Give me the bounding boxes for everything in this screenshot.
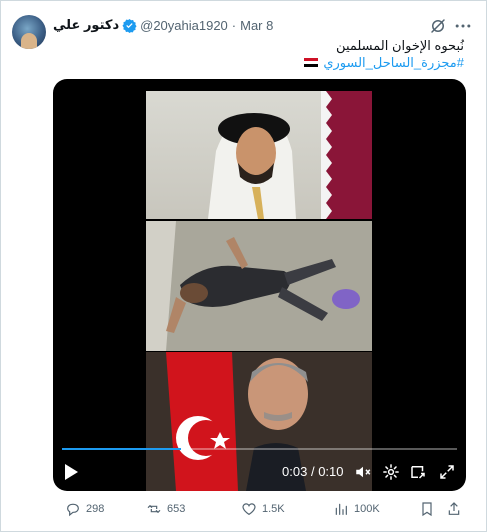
share-button[interactable] <box>446 499 462 519</box>
avatar[interactable] <box>12 15 46 49</box>
tweet-text: نُبحوه الإخوان المسلمين #مجزرة_الساحل_ال… <box>304 37 464 71</box>
mute-icon[interactable] <box>354 463 372 481</box>
repost-count: 653 <box>167 503 186 515</box>
settings-gear-icon[interactable] <box>382 463 400 481</box>
video-player[interactable]: 0:03 / 0:10 <box>53 79 466 491</box>
tweet-actions: 298 653 1.5K 100K <box>53 499 468 519</box>
picture-in-picture-icon[interactable] <box>409 463 427 481</box>
tweet-header: دكتور علي @20yahia1920 · Mar 8 <box>53 15 273 35</box>
reply-button[interactable]: 298 <box>65 499 104 519</box>
verified-badge-icon <box>122 18 137 33</box>
views-count: 100K <box>354 503 380 515</box>
hashtag-link[interactable]: #مجزرة_الساحل_السوري <box>323 54 464 71</box>
repost-button[interactable]: 653 <box>146 499 185 519</box>
syria-flag-icon <box>304 57 319 68</box>
reply-count: 298 <box>86 503 105 515</box>
more-options-icon[interactable] <box>453 16 473 36</box>
video-timecode: 0:03 / 0:10 <box>282 464 344 479</box>
like-count: 1.5K <box>262 503 285 515</box>
video-time-total: 0:10 <box>318 464 344 479</box>
video-time-current: 0:03 <box>282 464 308 479</box>
author-name[interactable]: دكتور علي <box>53 17 119 33</box>
heart-icon <box>242 503 256 516</box>
tweet-text-line: نُبحوه الإخوان المسلمين <box>336 38 464 53</box>
video-frame-top <box>146 91 372 219</box>
author-handle[interactable]: @20yahia1920 <box>140 18 228 33</box>
video-progress-bar[interactable] <box>62 448 457 450</box>
video-frame-middle <box>146 221 372 351</box>
like-button[interactable]: 1.5K <box>241 499 285 519</box>
reply-icon <box>67 503 79 517</box>
header-separator: · <box>231 17 237 33</box>
video-time-separator: / <box>310 464 315 479</box>
views-button[interactable]: 100K <box>333 499 380 519</box>
grok-icon[interactable] <box>429 17 447 35</box>
tweet-card[interactable]: دكتور علي @20yahia1920 · Mar 8 نُبحوه ال… <box>0 0 487 532</box>
share-icon <box>448 502 460 515</box>
views-chart-icon <box>335 503 347 515</box>
tweet-hashtag-line: #مجزرة_الساحل_السوري <box>304 54 464 71</box>
play-icon[interactable] <box>63 463 79 481</box>
fullscreen-icon[interactable] <box>438 463 456 481</box>
bookmark-button[interactable] <box>419 499 435 519</box>
video-progress-fill <box>62 448 181 450</box>
tweet-date[interactable]: Mar 8 <box>240 18 273 33</box>
repost-icon <box>147 504 161 514</box>
bookmark-icon <box>422 502 432 517</box>
